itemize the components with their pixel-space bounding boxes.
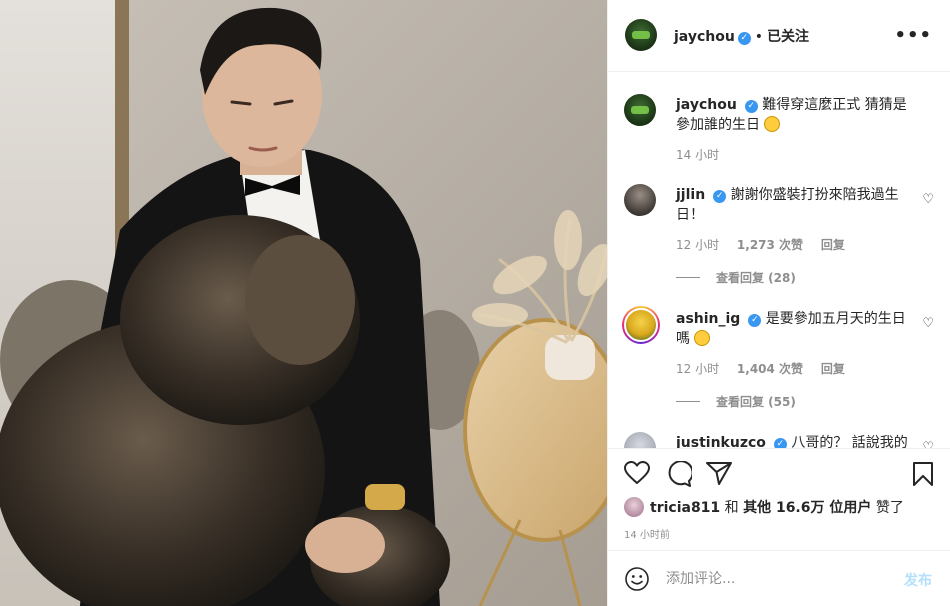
liked-by-others[interactable]: 其他 16.6万 位用户 [743, 500, 871, 516]
comment-time: 12 小时 [676, 238, 720, 252]
grinning-squinting-emoji-icon [694, 330, 711, 346]
follow-status-button[interactable]: 已关注 [767, 29, 809, 45]
comment-input[interactable] [664, 567, 888, 591]
comment-bubble-icon[interactable] [666, 461, 692, 487]
comment-likes[interactable]: 1,273 次赞 [737, 238, 803, 252]
story-ring[interactable] [622, 306, 660, 344]
comment-like-heart-icon[interactable]: ♡ [922, 316, 934, 331]
post-actions: tricia811 和 其他 16.6万 位用户 赞了 14 小时前 [608, 448, 950, 550]
caption-time: 14 小时 [676, 148, 720, 162]
more-options-icon[interactable]: ••• [894, 27, 932, 45]
view-replies-button[interactable]: 查看回复 (28) [676, 269, 796, 286]
comment-item: justinkuzco ✓ 八哥的？ 話說我的 ♡ [624, 430, 934, 448]
view-replies-button[interactable]: 查看回复 (55) [676, 393, 796, 410]
post-header: jaychou ✓ • 已关注 ••• [608, 0, 950, 72]
liker-avatar[interactable] [624, 497, 644, 517]
verified-badge-icon: ✓ [773, 438, 787, 448]
commenter-username[interactable]: justinkuzco [676, 435, 766, 448]
author-avatar[interactable] [625, 19, 657, 51]
post-photo-illustration [0, 0, 607, 606]
bookmark-icon[interactable] [912, 461, 934, 487]
squinting-tongue-emoji-icon [764, 116, 781, 132]
commenter-avatar[interactable] [624, 432, 656, 448]
commenter-username[interactable]: jjlin [676, 187, 705, 203]
verified-badge-icon: ✓ [737, 32, 751, 45]
heart-icon[interactable] [624, 461, 650, 485]
comment-time: 12 小时 [676, 362, 720, 376]
caption: jaychou ✓ 難得穿這麼正式 猜猜是參加誰的生日 14 小时 [624, 92, 934, 162]
paper-plane-icon[interactable] [706, 461, 732, 485]
view-replies-label: 查看回复 (55) [716, 395, 796, 409]
comment-like-heart-icon[interactable]: ♡ [922, 440, 934, 448]
liked-by-summary: tricia811 和 其他 16.6万 位用户 赞了 [624, 497, 904, 517]
smiley-face-icon[interactable] [625, 567, 649, 591]
author-username[interactable]: jaychou [674, 29, 735, 45]
comment-likes[interactable]: 1,404 次赞 [737, 362, 803, 376]
verified-badge-icon: ✓ [713, 190, 727, 203]
comment-item: jjlin ✓ 謝謝你盛裝打扮來陪我過生日！ ♡ 12 小时 1,273 次赞 回… [624, 182, 934, 292]
commenter-avatar[interactable] [624, 308, 658, 342]
view-replies-label: 查看回复 (28) [716, 271, 796, 285]
replies-divider-line [676, 401, 700, 402]
post-side-panel: jaychou ✓ • 已关注 ••• jaychou ✓ 難得穿這麼正式 猜猜是參加誰… [607, 0, 950, 606]
liked-by-suffix: 赞了 [875, 500, 904, 516]
reply-button[interactable]: 回复 [821, 238, 845, 252]
comment-text: 謝謝你盛裝打扮來陪我過生日！ [676, 187, 899, 223]
commenter-avatar[interactable] [624, 184, 656, 216]
add-comment-bar: 发布 [608, 550, 950, 606]
caption-author-avatar[interactable] [624, 94, 656, 126]
liked-by-and: 和 [724, 500, 739, 516]
commenter-username[interactable]: ashin_ig [676, 311, 740, 327]
post-photo[interactable] [0, 0, 607, 606]
caption-author-username[interactable]: jaychou [676, 97, 737, 113]
post-timestamp[interactable]: 14 小时前 [624, 526, 670, 541]
verified-badge-icon: ✓ [748, 314, 762, 327]
comment-item: ashin_ig ✓ 是要參加五月天的生日嗎 ♡ 12 小时 1,404 次赞 回… [622, 306, 934, 416]
liker-username[interactable]: tricia811 [650, 500, 720, 516]
reply-button[interactable]: 回复 [821, 362, 845, 376]
separator-dot: • [754, 29, 764, 45]
comment-like-heart-icon[interactable]: ♡ [922, 192, 934, 207]
comments-list[interactable]: jaychou ✓ 難得穿這麼正式 猜猜是參加誰的生日 14 小时 jjlin ✓ … [608, 72, 950, 448]
verified-badge-icon: ✓ [744, 100, 758, 113]
comment-text: 八哥的？ 話說我的 [791, 435, 908, 448]
post-comment-button[interactable]: 发布 [904, 570, 932, 590]
replies-divider-line [676, 277, 700, 278]
